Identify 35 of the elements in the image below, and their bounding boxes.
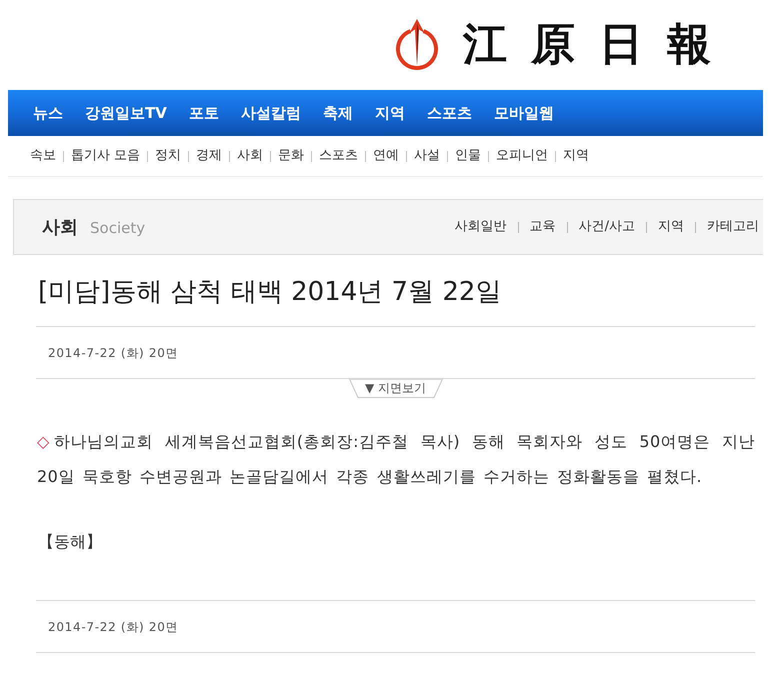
category-link[interactable]: 사회일반 [444, 219, 518, 235]
subnav-link[interactable]: 지역 [556, 148, 596, 164]
nav-link[interactable]: 축제 [322, 103, 353, 123]
subnav-link[interactable]: 속보 [23, 148, 63, 164]
subnav-link[interactable]: 인물 [448, 148, 488, 164]
subnav-link[interactable]: 톱기사 모음 [64, 148, 148, 164]
category-link[interactable]: 지역 [647, 219, 695, 235]
section-title: 사회 [42, 216, 78, 239]
nav-link[interactable]: 사설칼럼 [240, 103, 301, 123]
logo-wordmark: 江原日報 [463, 23, 711, 67]
subnav-link[interactable]: 사회 [230, 148, 270, 164]
nav-link[interactable]: 뉴스 [33, 103, 63, 123]
category-link[interactable]: 사건/사고 [568, 219, 646, 235]
subnav-link[interactable]: 연예 [366, 148, 406, 164]
subnav-link[interactable]: 사설 [407, 148, 448, 164]
article-title: [미담]동해 삼척 태백 2014년 7월 22일 [38, 276, 502, 309]
article-date: 2014-7-22 (화) 20면 [48, 344, 178, 360]
subnav-link[interactable]: 정치 [148, 148, 188, 164]
article-dateline: 【동해】 [37, 531, 102, 553]
nav-link[interactable]: 포토 [188, 103, 219, 123]
subnav-link[interactable]: 스포츠 [312, 148, 366, 164]
nav-link[interactable]: 스포츠 [426, 103, 472, 123]
category-link[interactable]: 교육 [518, 219, 567, 235]
section-subtitle: Society [90, 219, 146, 237]
article-paragraph: ◇하나님의교회 세계복음선교협회(총회장:김주철 목사) 동해 목회자와 성도 50여명은 지난 20일 묵호항 수변공원과 논골담길에서 각종 생활쓰레기를 수거하는 정화활동을 펼쳤다. [36, 431, 755, 488]
nav-link[interactable]: 강원일보TV [85, 103, 167, 123]
subnav-link[interactable]: 문화 [271, 148, 312, 164]
page-view-button[interactable]: ▼ 지면보기 [348, 379, 442, 398]
subnav-link[interactable]: 오피니언 [489, 148, 556, 164]
category-link[interactable]: 카테고리 [696, 219, 759, 235]
subnav-link[interactable]: 경제 [189, 148, 230, 164]
article-date: 2014-7-22 (화) 20면 [48, 618, 178, 634]
nav-link[interactable]: 모바일웹 [494, 103, 554, 123]
logo-emblem-icon [395, 19, 439, 71]
nav-link[interactable]: 지역 [374, 103, 405, 123]
